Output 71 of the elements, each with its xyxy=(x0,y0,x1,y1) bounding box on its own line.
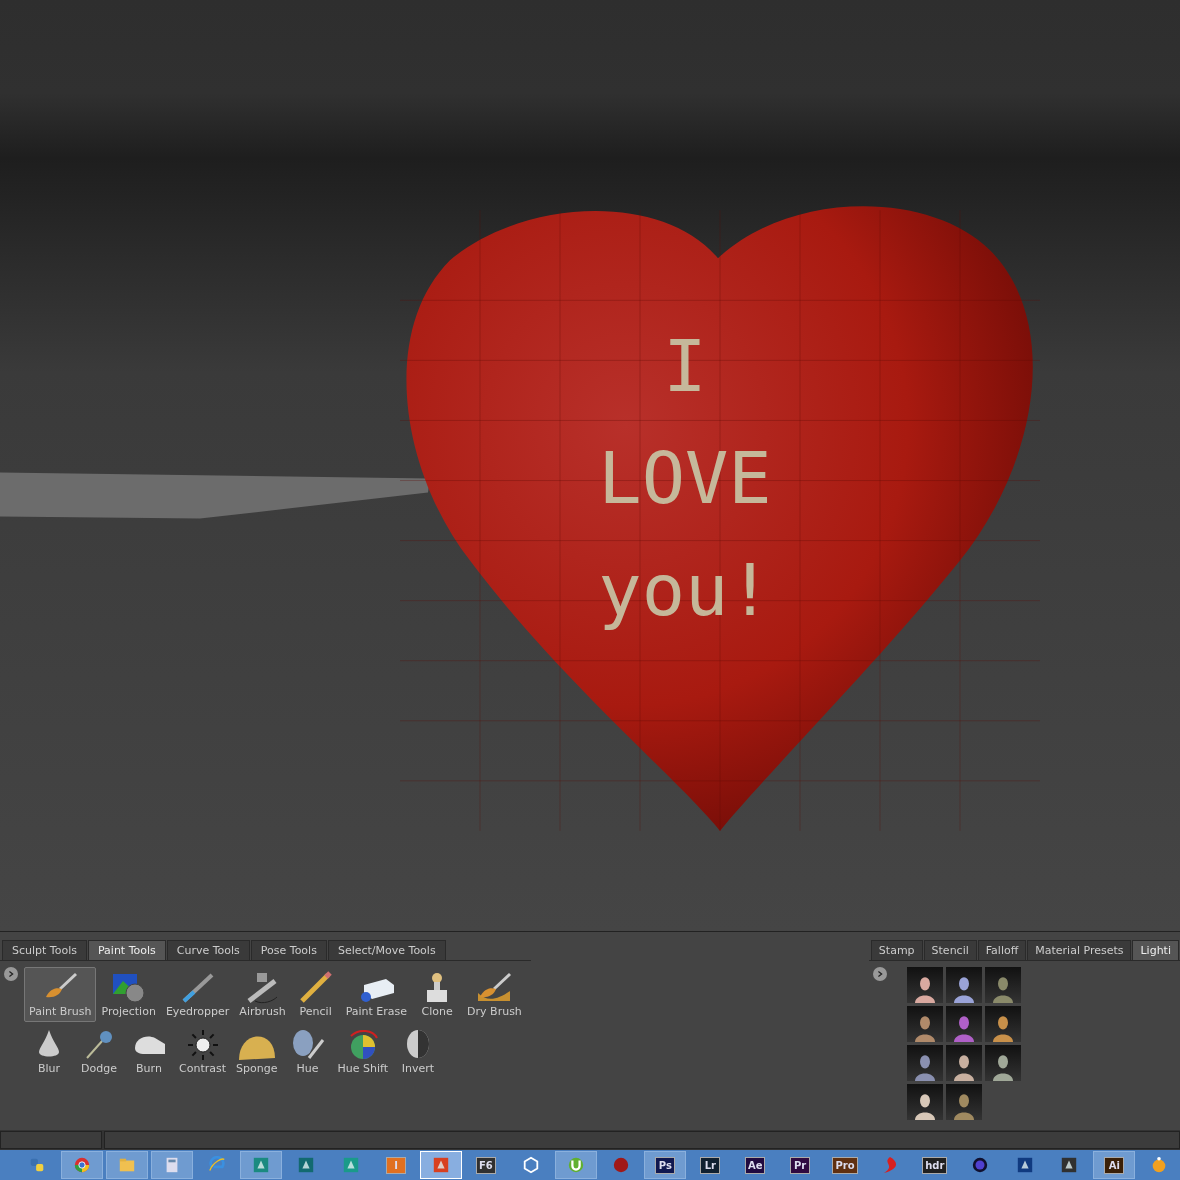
preset-tab[interactable]: Falloff xyxy=(977,940,1027,960)
app-logo: I xyxy=(386,1156,407,1174)
tool-button[interactable]: Dry Brush xyxy=(462,967,527,1022)
tool-tab[interactable]: Select/Move Tools xyxy=(327,940,446,960)
tool-button[interactable]: Hue xyxy=(282,1024,333,1079)
taskbar-app-button[interactable]: Pro xyxy=(824,1151,866,1179)
taskbar-app-button[interactable]: Lr xyxy=(689,1151,732,1179)
lighting-preset[interactable] xyxy=(984,967,1021,1003)
lighting-preset[interactable] xyxy=(906,1084,943,1120)
taskbar-app-button[interactable]: Ps xyxy=(644,1151,687,1179)
tool-button[interactable]: Invert xyxy=(392,1024,443,1079)
taskbar-app-button[interactable] xyxy=(554,1151,597,1179)
app-logo: Lr xyxy=(700,1156,721,1174)
tool-button[interactable]: Airbrush xyxy=(234,967,291,1022)
chevron-icon xyxy=(875,970,884,978)
lighting-preset[interactable] xyxy=(945,1084,982,1120)
tool-button[interactable]: Blur xyxy=(24,1024,74,1079)
tool-button[interactable]: Contrast xyxy=(174,1024,231,1079)
tool-button[interactable]: Hue Shift xyxy=(332,1024,393,1079)
app-logo: Ps xyxy=(655,1156,676,1174)
preset-tab[interactable]: Material Presets xyxy=(1027,940,1132,960)
unity-icon xyxy=(521,1156,540,1174)
preset-tab[interactable]: Stencil xyxy=(923,940,977,960)
taskbar-app-button[interactable] xyxy=(105,1151,148,1179)
app-logo: Ai xyxy=(1104,1156,1125,1174)
tool-button[interactable]: Paint Erase xyxy=(340,967,413,1022)
chrome-icon xyxy=(72,1156,91,1174)
taskbar-app-button[interactable] xyxy=(150,1151,193,1179)
lighting-preset[interactable] xyxy=(906,1006,943,1042)
chevron-icon xyxy=(7,970,15,978)
taskbar-app-button[interactable] xyxy=(60,1151,103,1179)
taskbar-app-button[interactable]: F6 xyxy=(464,1151,507,1179)
lighting-preset[interactable] xyxy=(945,967,982,1003)
app-logo: Ae xyxy=(744,1156,766,1174)
tool-tab[interactable]: Curve Tools xyxy=(166,940,250,960)
3d-viewport[interactable]: I LOVE you! xyxy=(0,0,1180,932)
tool-button[interactable]: Paint Brush xyxy=(24,967,97,1022)
tool-button[interactable]: Burn xyxy=(124,1024,174,1079)
lighting-preset[interactable] xyxy=(984,1006,1021,1042)
lighting-preset[interactable] xyxy=(906,967,943,1003)
lighting-preset[interactable] xyxy=(945,1006,982,1042)
lighting-preset[interactable] xyxy=(945,1045,982,1081)
lighting-preset[interactable] xyxy=(984,1045,1021,1081)
redball-icon xyxy=(611,1156,630,1174)
taskbar-app-button[interactable]: Ai xyxy=(1093,1151,1136,1179)
preset-tab[interactable]: Stamp xyxy=(870,940,923,960)
lighting-preset[interactable] xyxy=(906,1045,943,1081)
app-logo: Pr xyxy=(790,1156,811,1174)
tool-button[interactable]: Projection xyxy=(96,967,161,1022)
painted-text: I xyxy=(663,330,707,402)
app-logo: hdr xyxy=(922,1156,948,1174)
torrent-icon xyxy=(566,1156,585,1174)
app-logo: F6 xyxy=(475,1156,496,1174)
folder-icon xyxy=(117,1156,136,1174)
expand-button[interactable] xyxy=(4,967,18,981)
tool-button[interactable]: Dodge xyxy=(74,1024,124,1079)
tool-button[interactable]: Clone xyxy=(412,967,463,1022)
tool-tab[interactable]: Sculpt Tools xyxy=(2,940,87,960)
app-logo: Pro xyxy=(832,1156,858,1174)
tool-button[interactable]: Sponge xyxy=(231,1024,283,1079)
tool-tab[interactable]: Paint Tools xyxy=(87,940,166,960)
painted-text: LOVE xyxy=(598,442,772,514)
taskbar-app-button[interactable]: hdr xyxy=(913,1151,956,1179)
taskbar-app-button[interactable]: Ae xyxy=(734,1151,777,1179)
taskbar-app-button[interactable]: Pr xyxy=(779,1151,822,1179)
orb-icon xyxy=(970,1156,989,1174)
tool-button[interactable]: Pencil xyxy=(290,967,341,1022)
tool-tab[interactable]: Pose Tools xyxy=(250,940,327,960)
tool-button[interactable]: Eyedropper xyxy=(160,967,235,1022)
expand-button[interactable] xyxy=(872,967,887,981)
preset-tab[interactable]: Lighti xyxy=(1132,940,1179,960)
